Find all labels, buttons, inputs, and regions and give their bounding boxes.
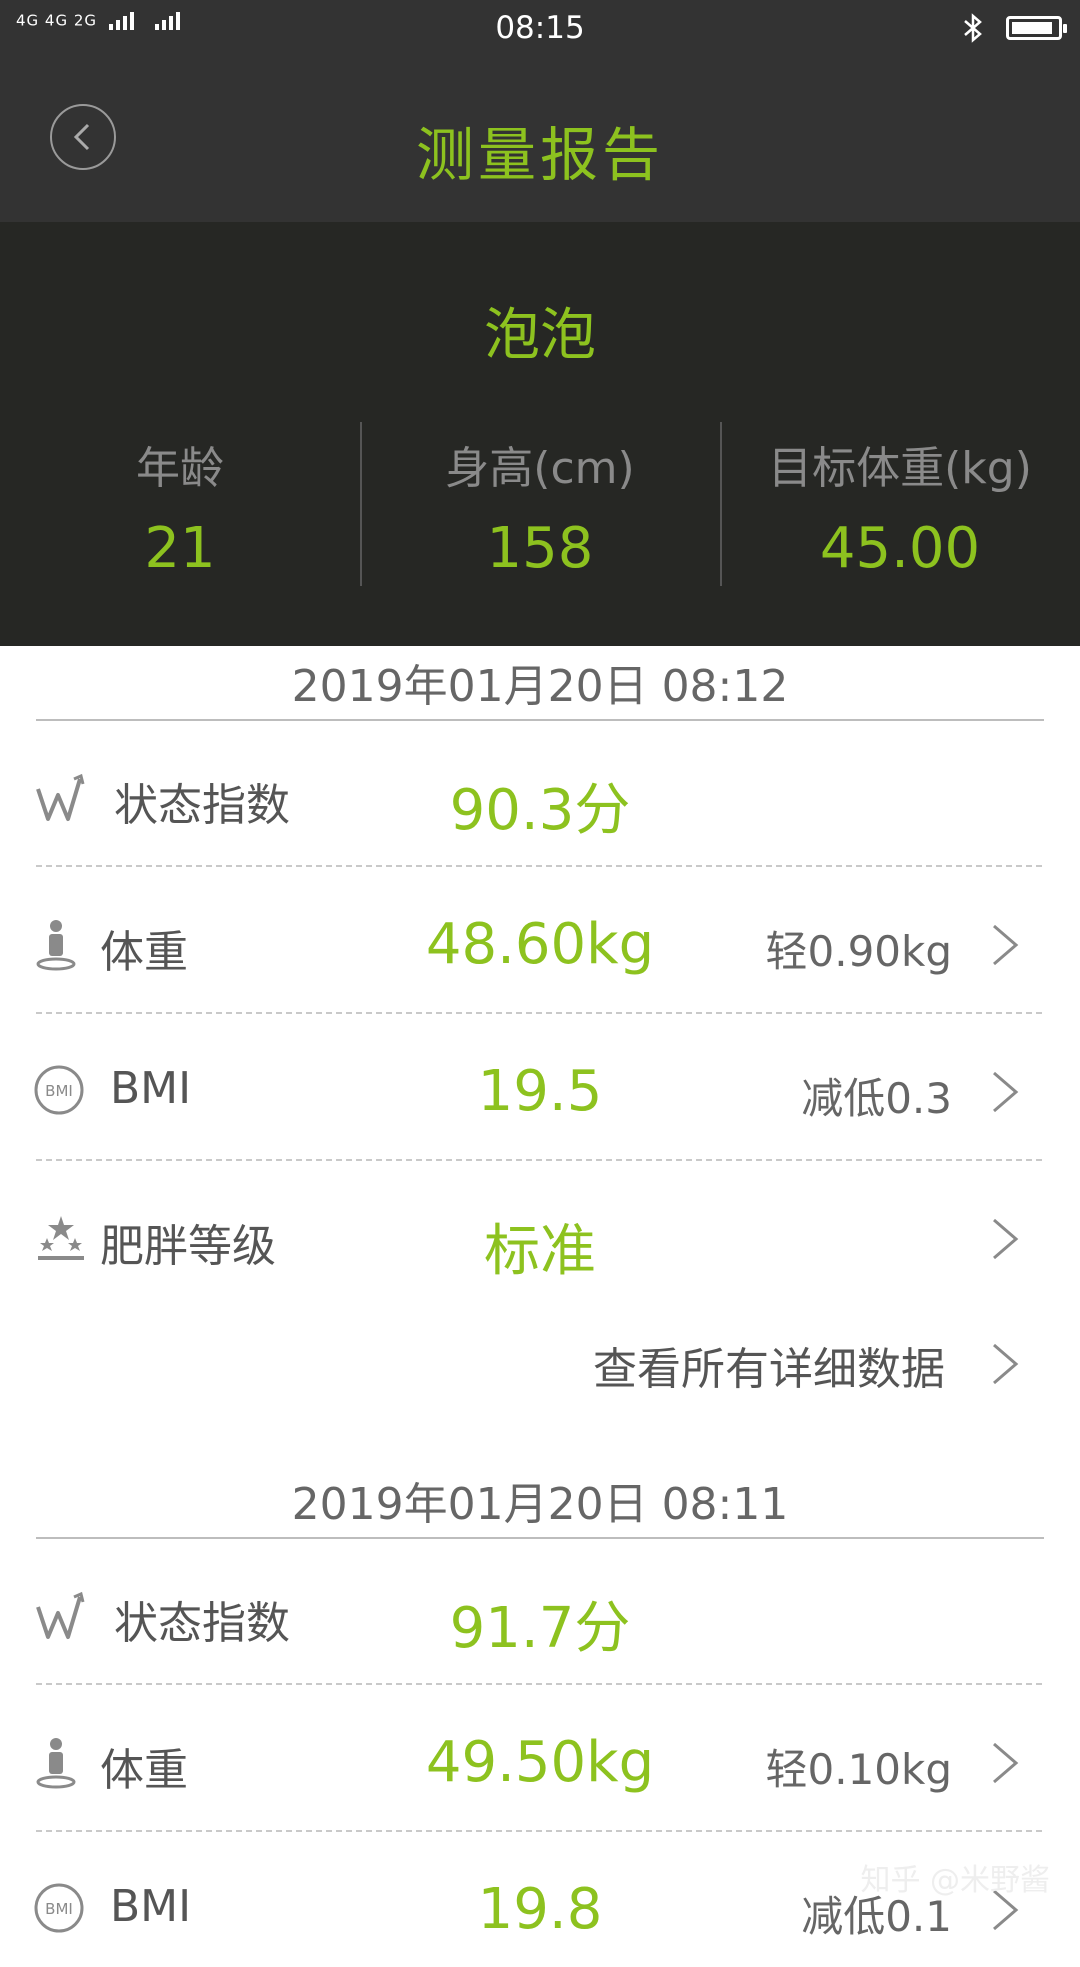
battery-icon — [1006, 16, 1067, 40]
report-date: 2019年01月20日 08:11 — [291, 1479, 789, 1530]
bluetooth-icon — [964, 13, 982, 43]
stat-label: 身高(cm) — [445, 443, 635, 494]
row-value: 91.7分 — [449, 1596, 631, 1661]
divider — [36, 1830, 1042, 1832]
profile-panel: 泡泡 年龄 21 身高(cm) 158 目标体重(kg) 45.00 — [0, 222, 1080, 646]
stat-value: 21 — [144, 516, 216, 581]
stat-age: 年龄 21 — [0, 432, 360, 581]
row-weight[interactable]: 体重 49.50kg 轻0.10kg — [0, 1700, 1080, 1820]
stat-value: 45.00 — [819, 516, 981, 581]
page-title: 测量报告 — [415, 121, 664, 189]
stat-value: 158 — [486, 516, 594, 581]
row-change: 轻0.90kg — [765, 927, 953, 976]
details-link-label: 查看所有详细数据 — [593, 1344, 945, 1395]
divider — [36, 1683, 1042, 1685]
row-status-index: 状态指数 91.7分 — [0, 1553, 1080, 1673]
divider — [36, 1012, 1042, 1014]
chevron-right-icon — [993, 1218, 1019, 1260]
stat-label: 年龄 — [136, 443, 224, 494]
nav-bar: 测量报告 — [0, 58, 1080, 222]
row-change: 减低0.3 — [801, 1074, 952, 1123]
chevron-right-icon — [993, 1071, 1019, 1113]
profile-name: 泡泡 — [484, 303, 596, 368]
chevron-right-icon — [993, 1742, 1019, 1784]
row-obesity-level[interactable]: 肥胖等级 标准 — [0, 1176, 1080, 1296]
report-date: 2019年01月20日 08:12 — [291, 661, 789, 712]
row-change: 轻0.10kg — [765, 1745, 953, 1794]
chevron-right-icon — [993, 924, 1019, 966]
chevron-right-icon — [993, 1343, 1019, 1385]
divider — [36, 1537, 1044, 1539]
view-all-details-link[interactable]: 查看所有详细数据 — [0, 1313, 1080, 1413]
divider — [36, 719, 1044, 721]
divider — [36, 865, 1042, 867]
row-value: 标准 — [484, 1219, 596, 1284]
stat-target-weight: 目标体重(kg) 45.00 — [720, 432, 1080, 581]
row-status-index: 状态指数 90.3分 — [0, 735, 1080, 855]
divider — [36, 1159, 1042, 1161]
status-bar: 4G 4G 2G 08:15 — [0, 0, 1080, 58]
stat-label: 目标体重(kg) — [768, 443, 1032, 494]
status-time: 08:15 — [495, 10, 585, 46]
stat-height: 身高(cm) 158 — [360, 432, 720, 581]
row-weight[interactable]: 体重 48.60kg 轻0.90kg — [0, 882, 1080, 1002]
row-value: 90.3分 — [449, 778, 631, 843]
row-bmi[interactable]: BMI BMI 19.5 减低0.3 — [0, 1029, 1080, 1149]
watermark: 知乎 @米野酱 — [860, 1863, 1050, 1898]
